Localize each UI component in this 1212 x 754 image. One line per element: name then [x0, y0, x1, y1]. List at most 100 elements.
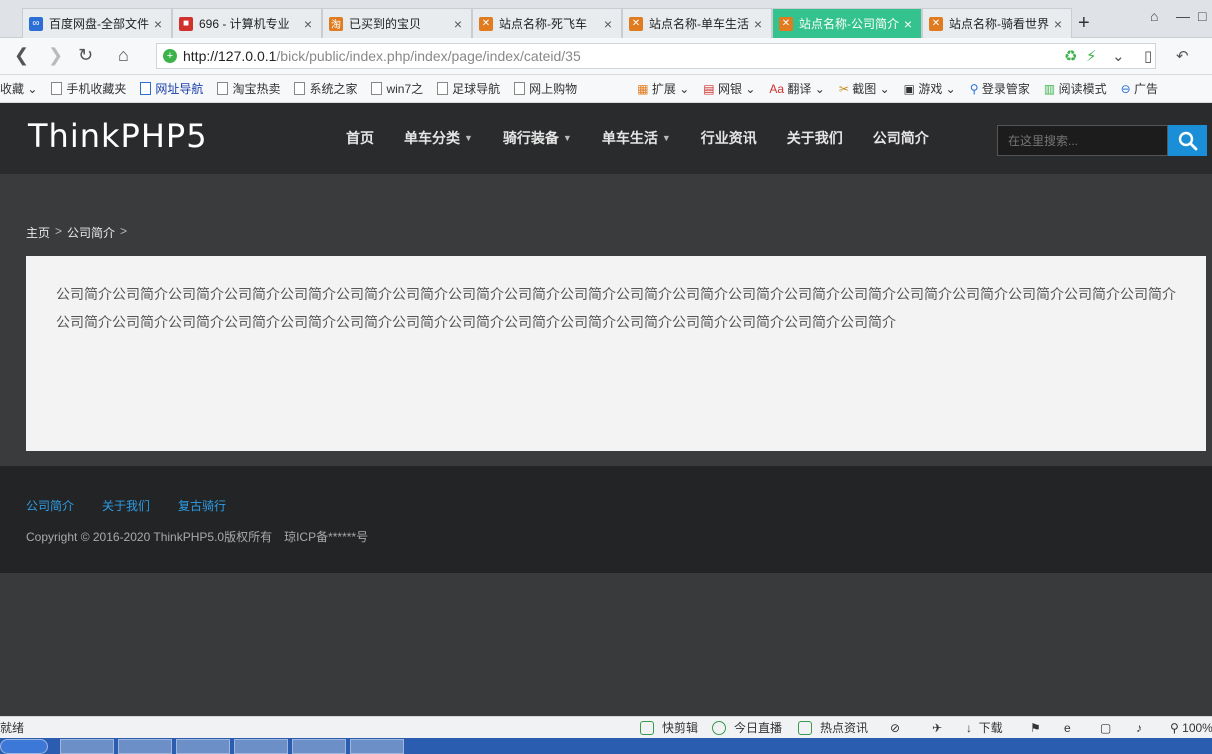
play-icon: [712, 720, 726, 735]
close-icon[interactable]: ×: [451, 16, 465, 32]
bookmark-item[interactable]: 足球导航: [437, 80, 500, 97]
ie-icon[interactable]: e: [1064, 721, 1071, 735]
taskbar-app[interactable]: [118, 739, 172, 754]
taskbar-app[interactable]: [176, 739, 230, 754]
nav-home[interactable]: 首页: [346, 128, 374, 148]
lightning-icon[interactable]: ⚡: [1086, 47, 1097, 65]
browser-tab-active[interactable]: ✕ 站点名称-公司简介 ×: [772, 8, 922, 38]
undo-icon[interactable]: ↶: [1176, 47, 1189, 65]
nav-company-profile[interactable]: 公司简介: [873, 128, 929, 148]
nav-about-us[interactable]: 关于我们: [787, 128, 843, 148]
forward-icon[interactable]: ❯: [48, 45, 63, 66]
footer-link-retro-riding[interactable]: 复古骑行: [178, 497, 226, 514]
bookmark-item[interactable]: 系统之家: [294, 80, 357, 97]
search-button[interactable]: [1168, 125, 1207, 156]
tab-title: 站点名称-单车生活: [649, 17, 749, 31]
quick-edit-button[interactable]: 快剪辑: [640, 719, 698, 736]
tab-title: 站点名称-死飞车: [499, 17, 587, 31]
extensions-menu[interactable]: ▦ 扩展 ⌄: [637, 80, 689, 97]
zoom-control[interactable]: ⚲ 100%: [1170, 721, 1212, 735]
phone-icon[interactable]: ▯: [1144, 47, 1152, 65]
caret-down-icon: ▼: [562, 133, 572, 143]
url-input[interactable]: + http://127.0.0.1/bick/public/index.php…: [156, 43, 1156, 69]
nav-riding-gear[interactable]: 骑行装备 ▼: [503, 128, 572, 148]
recycle-icon[interactable]: ♻: [1064, 47, 1077, 65]
close-icon[interactable]: ×: [151, 16, 165, 32]
footer-link-company-profile[interactable]: 公司简介: [26, 497, 74, 514]
url-host: http://127.0.0.1: [183, 48, 277, 64]
adblock[interactable]: ⊖ 广告: [1121, 80, 1158, 97]
reading-mode[interactable]: ▥ 阅读模式: [1044, 80, 1107, 97]
minimize-icon[interactable]: —: [1176, 8, 1190, 24]
bookmark-item[interactable]: 手机收藏夹: [51, 80, 126, 97]
browser-tab[interactable]: ✕ 站点名称-单车生活 ×: [622, 8, 772, 38]
browser-status-bar: 就绪 快剪辑 今日直播 热点资讯 ⊘ ✈ ↓ 下载 ⚑ e ▢ ♪ ⚲ 100%: [0, 716, 1212, 738]
volume-icon[interactable]: ♪: [1136, 721, 1142, 735]
speed-icon[interactable]: ⊘: [890, 721, 900, 735]
flag-icon[interactable]: ⚑: [1030, 721, 1041, 735]
site-search: [997, 125, 1207, 156]
games-menu[interactable]: ▣ 游戏 ⌄: [904, 80, 956, 97]
pin-icon[interactable]: ✈: [932, 721, 942, 735]
close-icon[interactable]: ×: [301, 16, 315, 32]
live-button[interactable]: 今日直播: [712, 719, 782, 736]
taskbar-app[interactable]: [292, 739, 346, 754]
card-icon: ▤: [703, 81, 715, 96]
phone-icon: [51, 82, 63, 95]
chevron-down-icon[interactable]: ⌄: [1112, 47, 1125, 65]
ebank-menu[interactable]: ▤ 网银 ⌄: [703, 80, 755, 97]
site-icon: ■: [179, 16, 193, 31]
os-taskbar: [0, 738, 1212, 754]
tab-title: 百度网盘-全部文件: [49, 17, 149, 31]
xampp-icon: ✕: [929, 16, 943, 31]
close-icon[interactable]: ×: [601, 16, 615, 32]
status-text: 就绪: [0, 721, 25, 735]
browser-tab[interactable]: ✕ 站点名称-死飞车 ×: [472, 8, 622, 38]
login-manager[interactable]: ⚲ 登录管家: [970, 80, 1030, 97]
bookmark-item[interactable]: 淘宝热卖: [217, 80, 280, 97]
search-icon: [1178, 131, 1197, 150]
breadcrumb-current[interactable]: 公司简介: [67, 224, 115, 241]
skin-icon[interactable]: ⌂: [1150, 8, 1158, 24]
translate-menu[interactable]: Aa 翻译 ⌄: [769, 80, 824, 97]
taobao-icon: 淘: [329, 16, 343, 31]
nav-industry-news[interactable]: 行业资讯: [701, 128, 757, 148]
xampp-icon: ✕: [479, 16, 493, 31]
new-tab-button[interactable]: +: [1078, 12, 1090, 35]
hot-news-button[interactable]: 热点资讯: [798, 719, 868, 736]
close-icon[interactable]: ×: [901, 16, 915, 32]
page-icon: [514, 82, 526, 95]
bookmark-item[interactable]: 网址导航: [140, 80, 203, 97]
search-input[interactable]: [997, 125, 1168, 156]
nav-bike-life[interactable]: 单车生活 ▼: [602, 128, 671, 148]
breadcrumb-home[interactable]: 主页: [26, 224, 50, 241]
close-icon[interactable]: ×: [1051, 16, 1065, 32]
taskbar-app[interactable]: [350, 739, 404, 754]
site-header: ThinkPHP5 首页 单车分类 ▼ 骑行装备 ▼ 单车生活 ▼ 行业资讯 关于我们…: [0, 103, 1212, 174]
bookmark-item[interactable]: 网上购物: [514, 80, 577, 97]
browser-tab[interactable]: ■ 696 - 计算机专业 ×: [172, 8, 322, 38]
close-icon[interactable]: ×: [751, 16, 765, 32]
url-path: /bick/public/index.php/index/page/index/…: [276, 48, 581, 64]
page-icon: [371, 82, 383, 95]
browser-tab[interactable]: 淘 已买到的宝贝 ×: [322, 8, 472, 38]
site-logo[interactable]: ThinkPHP5: [28, 117, 208, 155]
maximize-icon[interactable]: □: [1198, 8, 1206, 24]
browser-tab[interactable]: ✕ 站点名称-骑看世界 ×: [922, 8, 1072, 38]
download-button[interactable]: ↓ 下载: [966, 719, 1003, 736]
taskbar-app[interactable]: [60, 739, 114, 754]
start-button[interactable]: [0, 739, 48, 754]
nav-bike-categories[interactable]: 单车分类 ▼: [404, 128, 473, 148]
bookmark-favorites[interactable]: 收藏 ⌄: [0, 80, 37, 97]
browser-tab[interactable]: ∞ 百度网盘-全部文件 ×: [22, 8, 172, 38]
home-icon[interactable]: ⌂: [118, 45, 129, 66]
tab-title: 已买到的宝贝: [349, 17, 422, 31]
window-icon[interactable]: ▢: [1100, 721, 1111, 735]
footer-link-about-us[interactable]: 关于我们: [102, 497, 150, 514]
back-icon[interactable]: ❮: [14, 45, 29, 66]
screenshot-menu[interactable]: ✂ 截图 ⌄: [839, 80, 890, 97]
taskbar-app[interactable]: [234, 739, 288, 754]
bookmark-item[interactable]: win7之: [371, 80, 423, 97]
reload-icon[interactable]: ↻: [78, 45, 93, 66]
main-nav: 首页 单车分类 ▼ 骑行装备 ▼ 单车生活 ▼ 行业资讯 关于我们 公司简介: [346, 128, 959, 148]
